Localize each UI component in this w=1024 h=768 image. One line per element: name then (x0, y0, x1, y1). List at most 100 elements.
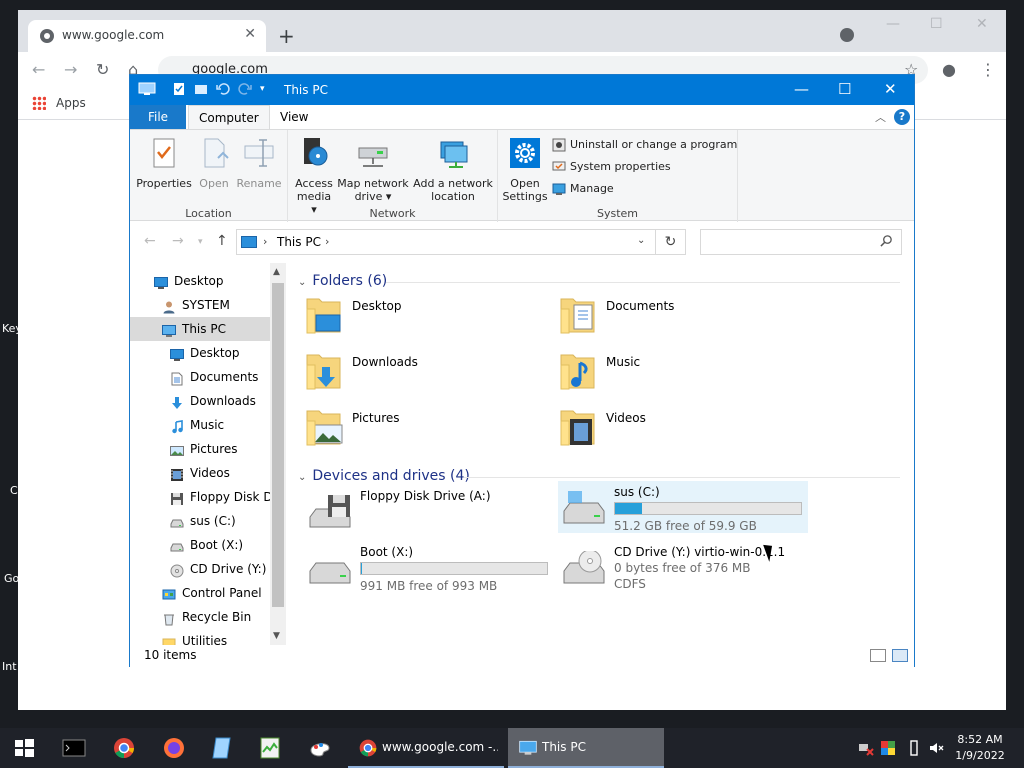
drive-item[interactable]: Boot (X:) 991 MB free of 993 MB (304, 541, 554, 593)
nav-item-desktop[interactable]: Desktop (130, 341, 270, 365)
apps-grid-icon[interactable] (32, 96, 46, 110)
breadcrumb-separator-icon[interactable]: › (325, 235, 329, 248)
drives-section-header[interactable]: ⌄ Devices and drives (4) (298, 468, 470, 484)
nav-item-sus-c[interactable]: sus (C:) (130, 509, 270, 533)
nav-item-recycle-bin[interactable]: Recycle Bin (130, 605, 270, 629)
undo-icon[interactable] (216, 82, 230, 96)
folders-section-header[interactable]: ⌄ Folders (6) (298, 273, 387, 289)
scroll-up-icon[interactable]: ▲ (273, 267, 280, 277)
chrome-icon[interactable] (112, 736, 136, 760)
system-properties-button[interactable]: System properties (552, 160, 671, 174)
map-network-drive-button[interactable]: Map network drive ▾ (336, 136, 410, 203)
breadcrumb-separator-icon[interactable]: › (263, 235, 267, 248)
taskbar-task-browser[interactable]: www.google.com -... (348, 728, 504, 768)
desktop-label-4[interactable]: Int (2, 660, 17, 673)
open-button[interactable]: Open (192, 136, 236, 190)
scroll-down-icon[interactable]: ▼ (273, 631, 280, 641)
nav-item-documents[interactable]: Documents (130, 365, 270, 389)
recent-locations-icon[interactable]: ▾ (198, 237, 203, 247)
browser-tab[interactable]: www.google.com ✕ (28, 20, 266, 52)
nav-scrollbar[interactable]: ▲ ▼ (270, 263, 286, 645)
bookmark-apps[interactable]: Apps (56, 96, 86, 110)
breadcrumb-this-pc[interactable]: This PC (277, 235, 321, 249)
open-settings-button[interactable]: Open Settings (502, 136, 548, 203)
address-bar[interactable]: › This PC › ⌄ (236, 229, 656, 255)
nav-item-floppy-disk-dri[interactable]: Floppy Disk Dri (130, 485, 270, 509)
display-tray-icon[interactable] (880, 740, 896, 756)
explorer-titlebar[interactable]: ▾ This PC — ☐ ✕ (130, 75, 914, 105)
manage-button[interactable]: Manage (552, 182, 614, 196)
folder-desktop[interactable]: Desktop (304, 293, 544, 341)
nav-item-pictures[interactable]: Pictures (130, 437, 270, 461)
forward-icon[interactable]: → (172, 233, 184, 249)
back-icon[interactable]: ← (144, 233, 156, 249)
folder-videos[interactable]: Videos (558, 405, 798, 453)
nav-item-downloads[interactable]: Downloads (130, 389, 270, 413)
nav-item-system[interactable]: SYSTEM (130, 293, 270, 317)
large-icons-view-icon[interactable] (892, 649, 908, 662)
reload-icon[interactable]: ↻ (96, 60, 109, 79)
refresh-button[interactable]: ↻ (656, 229, 686, 255)
rename-button[interactable]: Rename (234, 136, 284, 190)
usb-tray-icon[interactable] (906, 740, 922, 756)
browser-close-button[interactable]: ✕ (976, 16, 988, 32)
customize-quick-access-icon[interactable]: ▾ (260, 84, 274, 98)
properties-button[interactable]: Properties (136, 136, 192, 190)
task-manager-icon[interactable] (258, 736, 282, 760)
drive-item[interactable]: sus (C:) 51.2 GB free of 59.9 GB (558, 481, 808, 533)
address-history-icon[interactable]: ⌄ (637, 235, 645, 246)
menu-dots-icon[interactable]: ⋮ (980, 60, 996, 79)
redo-icon[interactable] (238, 82, 252, 96)
volume-muted-icon[interactable] (928, 740, 944, 756)
drive-free-space: 51.2 GB free of 59.9 GB (614, 519, 757, 533)
paint-icon[interactable] (308, 736, 332, 760)
tab-file[interactable]: File (130, 105, 186, 129)
nav-item-videos[interactable]: Videos (130, 461, 270, 485)
new-tab-button[interactable]: + (278, 24, 295, 48)
up-icon[interactable]: ↑ (216, 233, 228, 249)
new-folder-quick-icon[interactable] (194, 82, 208, 96)
properties-quick-icon[interactable] (172, 82, 186, 96)
firefox-icon[interactable] (162, 736, 186, 760)
explorer-maximize-button[interactable]: ☐ (838, 80, 851, 98)
search-input[interactable] (700, 229, 902, 255)
add-network-location-button[interactable]: Add a network location (412, 136, 494, 203)
desktop-label-3[interactable]: Go (4, 572, 19, 585)
nav-item-boot-x[interactable]: Boot (X:) (130, 533, 270, 557)
access-media-button[interactable]: Access media ▾ (294, 136, 334, 216)
folder-pictures[interactable]: Pictures (304, 405, 544, 453)
nav-item-this-pc[interactable]: This PC (130, 317, 270, 341)
uninstall-program-button[interactable]: Uninstall or change a program (552, 138, 737, 152)
windows-start-icon[interactable] (12, 736, 36, 760)
folder-documents[interactable]: Documents (558, 293, 798, 341)
nav-item-utilities[interactable]: Utilities (130, 629, 270, 645)
taskbar-task-explorer[interactable]: This PC (508, 728, 664, 768)
nav-item-control-panel[interactable]: Control Panel (130, 581, 270, 605)
scroll-thumb[interactable] (272, 283, 284, 607)
explorer-close-button[interactable]: ✕ (884, 80, 897, 98)
taskbar-clock[interactable]: 8:52 AM 1/9/2022 (952, 732, 1008, 764)
folder-downloads[interactable]: Downloads (304, 349, 544, 397)
tab-search-icon[interactable] (840, 28, 854, 42)
help-icon[interactable]: ? (894, 109, 910, 125)
network-tray-icon[interactable] (858, 740, 874, 756)
folder-music[interactable]: Music (558, 349, 798, 397)
tab-close-icon[interactable]: ✕ (244, 26, 256, 42)
notepad-icon[interactable] (210, 736, 234, 760)
browser-minimize-button[interactable]: — (886, 16, 900, 32)
nav-item-cd-drive-y-vi[interactable]: CD Drive (Y:) vi (130, 557, 270, 581)
drive-item[interactable]: Floppy Disk Drive (A:) (304, 485, 554, 537)
nav-item-music[interactable]: Music (130, 413, 270, 437)
nav-item-desktop[interactable]: Desktop (130, 269, 270, 293)
command-prompt-icon[interactable] (62, 736, 86, 760)
ribbon-collapse-icon[interactable]: ︿ (875, 109, 886, 125)
tab-computer[interactable]: Computer (188, 105, 270, 129)
tab-view[interactable]: View (270, 105, 318, 129)
back-arrow-icon[interactable]: ← (32, 60, 45, 79)
details-view-icon[interactable] (870, 649, 886, 662)
browser-maximize-button[interactable]: ☐ (930, 16, 943, 32)
explorer-minimize-button[interactable]: — (794, 80, 809, 98)
desktop-label-2[interactable]: C (10, 484, 18, 497)
forward-arrow-icon[interactable]: → (64, 60, 77, 79)
profile-icon[interactable]: ● (942, 60, 956, 79)
